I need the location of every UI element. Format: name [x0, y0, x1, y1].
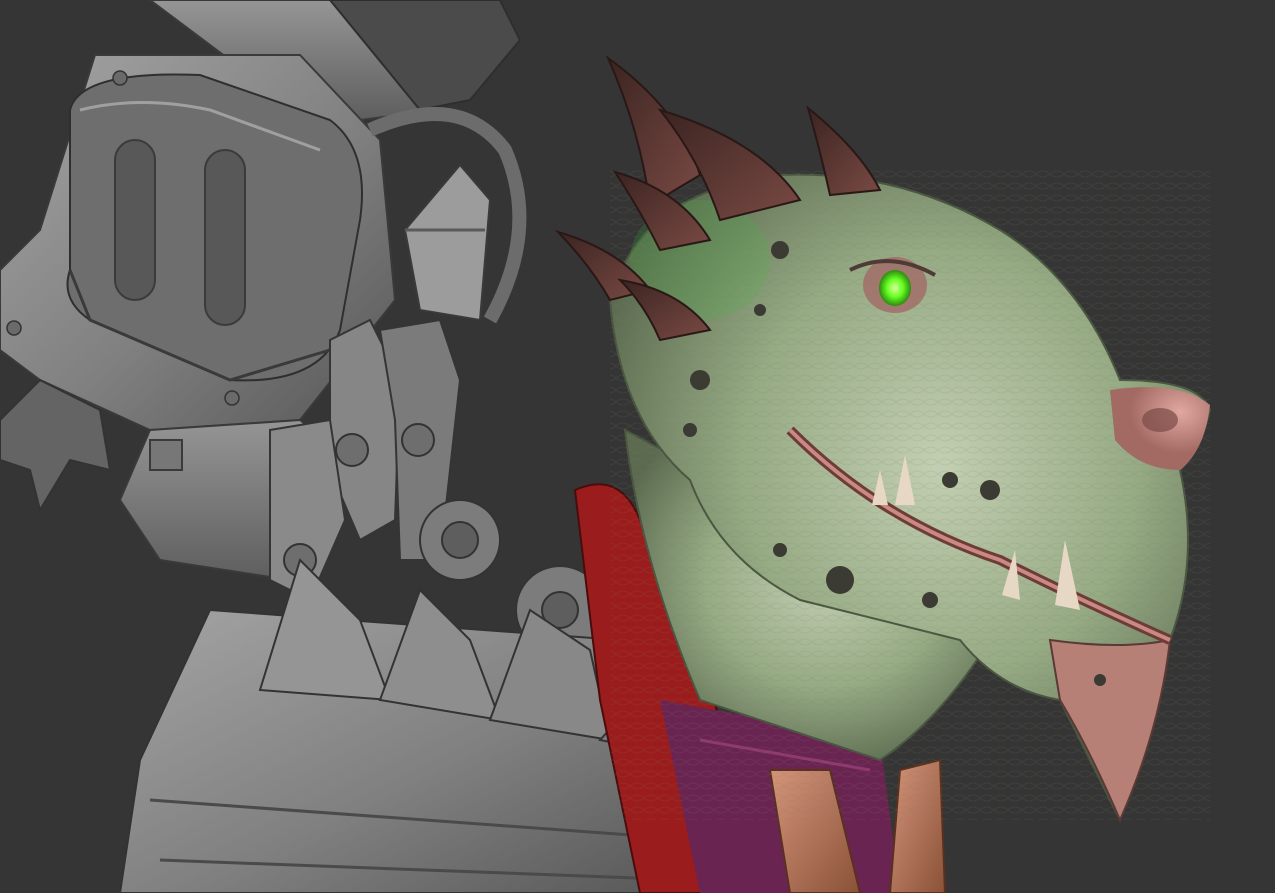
creature-head — [608, 170, 1212, 823]
sculpt-render — [0, 0, 1275, 893]
glowing-eye — [879, 270, 911, 306]
render-viewport — [0, 0, 1275, 893]
